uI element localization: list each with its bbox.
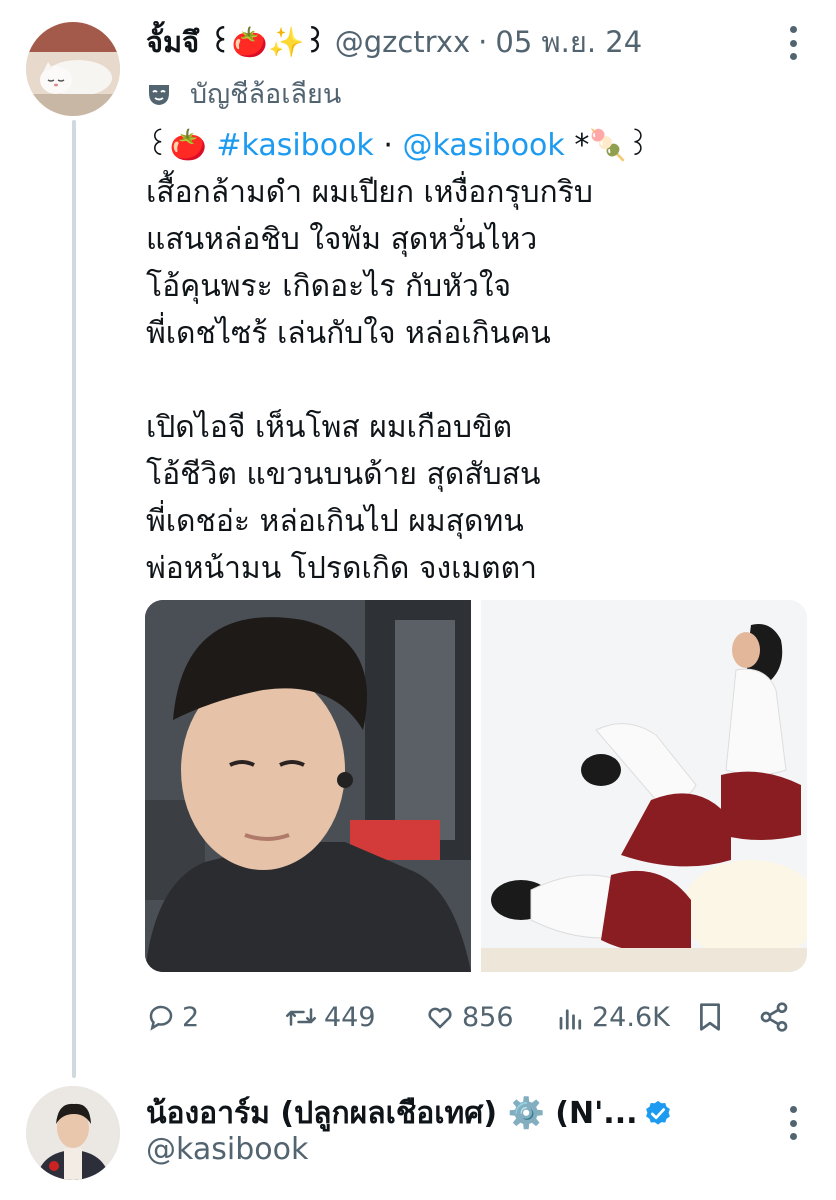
tweet-line: เสื้อกล้ามดำ ผมเปียก เหงื่อกรุบกริบ bbox=[146, 175, 593, 210]
bookmark-button[interactable] bbox=[696, 996, 730, 1038]
analytics-bars-icon bbox=[559, 1009, 582, 1030]
reply-author-display-name[interactable]: น้องอาร์ม (ปลูกผลเชือเทศ) ⚙️ (N'... bbox=[146, 1090, 637, 1137]
intro-suffix: *🍡꒱ bbox=[574, 128, 651, 163]
more-options-icon[interactable] bbox=[788, 26, 798, 60]
gym-selfie-photo bbox=[145, 600, 471, 972]
header-separator: · bbox=[478, 25, 488, 59]
reply-count: 2 bbox=[182, 1001, 200, 1033]
intro-prefix: ꒰🍅 bbox=[146, 128, 207, 163]
account-label-text: บัญชีล้อเลียน bbox=[190, 79, 342, 110]
tweet-image-2[interactable] bbox=[481, 600, 807, 972]
intro-separator: · bbox=[383, 128, 393, 163]
tweet-image-1[interactable] bbox=[145, 600, 471, 972]
reply-author-avatar[interactable] bbox=[26, 1086, 120, 1180]
tweet-line: พี่เดชอ่ะ หล่อเกินไป ผมสุดทน bbox=[146, 504, 524, 539]
author-display-name[interactable]: จั้มจึ ꒰🍅✨꒱ bbox=[146, 19, 327, 65]
reply-button[interactable]: 2 bbox=[146, 996, 199, 1038]
share-button[interactable] bbox=[758, 996, 796, 1038]
tweet-line: แสนหล่อชิบ ใจพัม สุดหวั่นไหว bbox=[146, 222, 538, 257]
author-handle[interactable]: @gzctrxx bbox=[335, 25, 470, 59]
avatar-image bbox=[26, 1086, 120, 1180]
tweet-line: เปิดไอจี เห็นโพส ผมเกือบขิต bbox=[146, 410, 513, 445]
account-label: บัญชีล้อเลียน bbox=[146, 72, 341, 115]
mention-link[interactable]: @kasibook bbox=[402, 128, 564, 163]
tweet-line: พ่อหน้ามน โปรดเกิด จงเมตตา bbox=[146, 551, 537, 586]
repost-icon bbox=[286, 1008, 316, 1026]
author-avatar[interactable] bbox=[26, 22, 120, 116]
thread-connector-line bbox=[72, 120, 76, 1078]
tweet-line: โอ้คุนพระ เกิดอะไร กับหัวใจ bbox=[146, 269, 512, 304]
repost-button[interactable]: 449 bbox=[284, 996, 376, 1038]
tweet-actions: 2 449 856 24.6K bbox=[146, 996, 806, 1038]
parody-mask-icon bbox=[149, 84, 169, 105]
like-button[interactable]: 856 bbox=[424, 996, 514, 1038]
reply-author-header: น้องอาร์ม (ปลูกผลเชือเทศ) ⚙️ (N'... bbox=[146, 1090, 673, 1137]
tweet-body: ꒰🍅 #kasibook · @kasibook *🍡꒱ เสื้อกล้ามด… bbox=[146, 122, 806, 592]
reply-icon bbox=[149, 1005, 173, 1031]
share-icon bbox=[760, 1002, 788, 1032]
tweet-header: จั้มจึ ꒰🍅✨꒱ @gzctrxx · 05 พ.ย. 24 bbox=[146, 22, 796, 62]
view-count: 24.6K bbox=[592, 1001, 670, 1033]
like-count: 856 bbox=[462, 1001, 514, 1033]
tweet-line: โอ้ชีวิต แขวนบนด้าย สุดสับสน bbox=[146, 457, 541, 492]
avatar-image bbox=[26, 22, 120, 116]
bookmark-icon bbox=[700, 1003, 720, 1031]
heart-icon bbox=[428, 1007, 452, 1029]
bowing-figures-photo bbox=[481, 600, 807, 972]
hashtag-link[interactable]: #kasibook bbox=[216, 128, 373, 163]
views-button[interactable]: 24.6K bbox=[556, 996, 670, 1038]
tweet-date[interactable]: 05 พ.ย. 24 bbox=[495, 19, 642, 65]
repost-count: 449 bbox=[324, 1001, 376, 1033]
tweet-line: พี่เดชไซร้ เล่นกับใจ หล่อเกินคน bbox=[146, 316, 551, 351]
verified-badge-icon bbox=[646, 1100, 671, 1125]
reply-author-handle[interactable]: @kasibook bbox=[146, 1132, 308, 1167]
more-options-icon[interactable] bbox=[788, 1106, 798, 1140]
